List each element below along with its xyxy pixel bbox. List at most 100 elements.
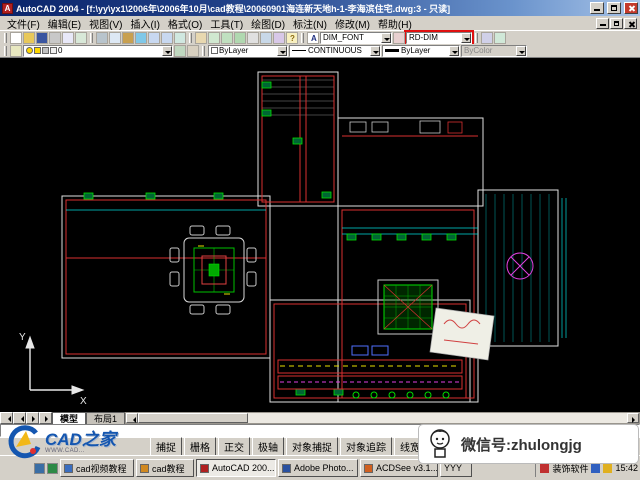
- pan-icon[interactable]: [195, 32, 207, 44]
- dim-style-combo[interactable]: RD-DIM: [406, 32, 472, 44]
- layer-freeze-icon[interactable]: [34, 47, 41, 54]
- help-icon[interactable]: [286, 32, 298, 44]
- open-file-icon[interactable]: [23, 32, 35, 44]
- save-icon[interactable]: [36, 32, 48, 44]
- layer-lock-icon[interactable]: [42, 47, 49, 54]
- toolbar-grip[interactable]: [90, 33, 93, 43]
- layer-properties-icon[interactable]: [10, 45, 22, 57]
- quicklaunch-icon-1[interactable]: [34, 463, 45, 474]
- new-file-icon[interactable]: [10, 32, 22, 44]
- layer-on-icon[interactable]: [26, 47, 33, 54]
- cut-icon[interactable]: [96, 32, 108, 44]
- scroll-track[interactable]: [248, 413, 627, 423]
- text-style-icon[interactable]: [307, 32, 319, 44]
- drawing-canvas[interactable]: Y X: [0, 58, 640, 412]
- paste-icon[interactable]: [122, 32, 134, 44]
- designcenter-icon[interactable]: [260, 32, 272, 44]
- brand-name: CAD之家: [45, 431, 116, 448]
- plot-preview-icon[interactable]: [62, 32, 74, 44]
- menu-tools[interactable]: 工具(T): [206, 16, 247, 31]
- tray-icon-red[interactable]: [540, 464, 549, 473]
- layer-previous-icon[interactable]: [187, 45, 199, 57]
- toggle-snap[interactable]: 捕捉: [150, 437, 182, 456]
- text-style-combo[interactable]: DIM_FONT: [320, 32, 392, 44]
- toggle-otrack[interactable]: 对象追踪: [340, 437, 392, 456]
- color-combo[interactable]: ByLayer: [208, 45, 288, 57]
- dim-style-icon[interactable]: [393, 32, 405, 44]
- taskbar-button-3[interactable]: AutoCAD 200...: [196, 459, 276, 477]
- toolbar-grip[interactable]: [301, 33, 304, 43]
- toggle-ortho[interactable]: 正交: [218, 437, 250, 456]
- menu-modify[interactable]: 修改(M): [331, 16, 374, 31]
- copy-icon[interactable]: [109, 32, 121, 44]
- zoom-window-icon[interactable]: [221, 32, 233, 44]
- scroll-right-button[interactable]: [627, 413, 639, 423]
- redo-icon[interactable]: [161, 32, 173, 44]
- tray-icon-blue[interactable]: [591, 464, 600, 473]
- app-icon: [364, 464, 373, 473]
- menu-bar: 文件(F) 编辑(E) 视图(V) 插入(I) 格式(O) 工具(T) 绘图(D…: [0, 16, 640, 31]
- stair-hatch: [262, 80, 334, 115]
- doc-restore-button[interactable]: [610, 18, 623, 29]
- properties-icon[interactable]: [247, 32, 259, 44]
- tray-icon-yellow[interactable]: [603, 464, 612, 473]
- toolbar-grip[interactable]: [202, 46, 205, 56]
- standard-toolbar: DIM_FONT RD-DIM: [0, 31, 640, 44]
- minimize-button[interactable]: [590, 2, 604, 14]
- dim-edit-icon[interactable]: [494, 32, 506, 44]
- restore-button[interactable]: [607, 2, 621, 14]
- toolbar-grip[interactable]: [4, 46, 7, 56]
- menu-help[interactable]: 帮助(H): [374, 16, 416, 31]
- chevron-down-icon[interactable]: [162, 46, 172, 56]
- zoom-realtime-icon[interactable]: [208, 32, 220, 44]
- tool-palettes-icon[interactable]: [273, 32, 285, 44]
- toggle-polar[interactable]: 极轴: [252, 437, 284, 456]
- taskbar-button-4[interactable]: Adobe Photo...: [278, 459, 358, 477]
- match-properties-icon[interactable]: [135, 32, 147, 44]
- doc-minimize-button[interactable]: [596, 18, 609, 29]
- undo-icon[interactable]: [148, 32, 160, 44]
- close-button[interactable]: [624, 2, 638, 14]
- toolbar-grip[interactable]: [189, 33, 192, 43]
- toggle-grid[interactable]: 栅格: [184, 437, 216, 456]
- menu-edit[interactable]: 编辑(E): [44, 16, 85, 31]
- menu-view[interactable]: 视图(V): [85, 16, 126, 31]
- linetype-combo[interactable]: CONTINUOUS: [289, 45, 381, 57]
- app-icon: [282, 464, 291, 473]
- scroll-thumb[interactable]: [138, 413, 248, 423]
- dining-table: [170, 226, 256, 314]
- menu-format[interactable]: 格式(O): [164, 16, 206, 31]
- lineweight-value: ByLayer: [401, 46, 449, 55]
- plot-icon[interactable]: [49, 32, 61, 44]
- taskbar-button-label: cad教程: [152, 462, 185, 475]
- toolbar-grip[interactable]: [475, 33, 478, 43]
- h-scrollbar[interactable]: [125, 412, 640, 424]
- dim-update-icon[interactable]: [481, 32, 493, 44]
- hyperlink-icon[interactable]: [174, 32, 186, 44]
- taskbar-button-label: ACDSee v3.1...: [376, 463, 438, 473]
- menu-file[interactable]: 文件(F): [3, 16, 44, 31]
- layer-combo[interactable]: 0: [23, 45, 173, 57]
- menu-dimension[interactable]: 标注(N): [289, 16, 331, 31]
- menu-insert[interactable]: 插入(I): [126, 16, 163, 31]
- zoom-previous-icon[interactable]: [234, 32, 246, 44]
- publish-icon[interactable]: [75, 32, 87, 44]
- lineweight-combo[interactable]: ByLayer: [382, 45, 460, 57]
- app-icon: [140, 464, 149, 473]
- chevron-down-icon[interactable]: [461, 33, 471, 43]
- chevron-down-icon[interactable]: [370, 46, 380, 56]
- floor-plan-drawing[interactable]: Y X: [0, 58, 640, 412]
- menu-draw[interactable]: 绘图(D): [247, 16, 289, 31]
- chevron-down-icon[interactable]: [277, 46, 287, 56]
- doc-close-button[interactable]: [624, 18, 637, 29]
- chevron-down-icon[interactable]: [449, 46, 459, 56]
- dim-style-value: RD-DIM: [409, 33, 461, 42]
- chevron-down-icon: [516, 46, 526, 56]
- lamp-circles: [353, 392, 449, 398]
- toolbar-grip[interactable]: [4, 33, 7, 43]
- make-object-layer-current-icon[interactable]: [174, 45, 186, 57]
- layer-color-chip: [50, 47, 57, 54]
- toggle-osnap[interactable]: 对象捕捉: [286, 437, 338, 456]
- quicklaunch-icon-2[interactable]: [47, 463, 58, 474]
- chevron-down-icon[interactable]: [381, 33, 391, 43]
